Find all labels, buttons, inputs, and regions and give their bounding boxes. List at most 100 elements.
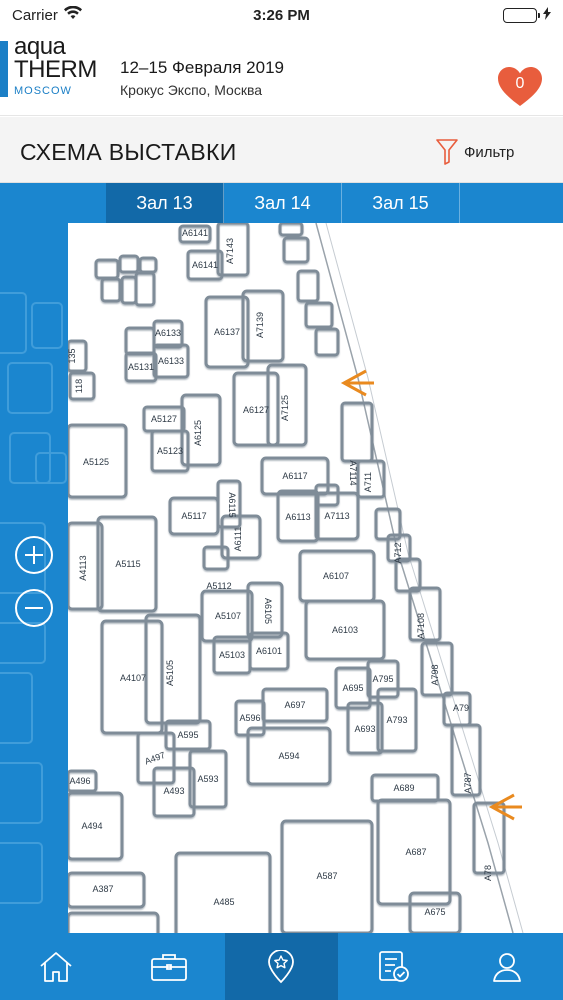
booth-label: A496 [69, 776, 90, 786]
plus-icon [25, 546, 43, 564]
favorites-count: 0 [515, 75, 525, 92]
booth-label: A4113 [78, 555, 88, 580]
booth-label: A6117 [282, 471, 307, 481]
booth-label: A675 [424, 907, 445, 917]
booth-label: A5123 [157, 446, 183, 456]
booth-label: 118 [74, 379, 84, 393]
booth-label: A6127 [243, 405, 269, 415]
booth-label: A6113 [285, 512, 310, 522]
booth-label: A5112 [206, 581, 231, 591]
booth-label: A494 [81, 821, 102, 831]
booth-label: A6137 [214, 327, 240, 337]
booth-label: A6141 [182, 228, 208, 238]
booth-label: A6103 [332, 625, 358, 635]
bottom-navigation [0, 933, 563, 1000]
booth-label: A593 [197, 774, 218, 784]
booth-label: A497 [143, 750, 166, 767]
tab-hall-13[interactable]: Зал 13 [106, 183, 224, 223]
checklist-icon [379, 950, 409, 982]
profile-icon [492, 952, 521, 982]
booth-label: A795 [372, 674, 393, 684]
booth-label: A798 [430, 664, 440, 685]
nav-map[interactable] [225, 933, 338, 1000]
booth-label: A594 [278, 751, 299, 761]
floor-plan[interactable]: A6141 A6141 A7143 A6137 A7139 A6133 A513… [68, 223, 563, 933]
booth-label: A387 [92, 884, 113, 894]
booth-label: A6133 [158, 356, 184, 366]
booth-label: A6133 [155, 328, 181, 338]
hall-outer-area [316, 223, 563, 933]
zoom-in-button[interactable] [15, 536, 53, 574]
booth-label: A6107 [323, 571, 349, 581]
nav-home[interactable] [0, 933, 113, 1000]
booth-label: A793 [386, 715, 407, 725]
minus-icon [25, 607, 43, 609]
charging-icon [543, 6, 551, 24]
booth-label: A711 [363, 472, 373, 492]
event-venue: Крокус Экспо, Москва [120, 82, 263, 98]
hall-tabs: Зал 13 Зал 14 Зал 15 [106, 183, 460, 223]
booth-label: A6125 [193, 420, 203, 446]
carrier-label: Carrier [12, 6, 58, 24]
page-title: СХЕМА ВЫСТАВКИ [20, 139, 237, 165]
booth-label: A693 [354, 724, 375, 734]
status-bar: Carrier 3:26 PM [0, 0, 563, 30]
booth-label: A7113 [324, 511, 349, 521]
exhibition-map[interactable]: Зал 13 Зал 14 Зал 15 A6141 A6141 A7143 A… [0, 183, 563, 933]
wifi-icon [63, 5, 82, 24]
booth-label: A7125 [280, 395, 290, 421]
booth-label: A6111 [233, 527, 243, 552]
booth-label: A596 [239, 713, 260, 723]
funnel-icon [436, 139, 458, 165]
section-title-bar: СХЕМА ВЫСТАВКИ Фильтр [0, 117, 563, 183]
booth-label: A695 [342, 683, 363, 693]
booth-label: 135 [68, 348, 77, 363]
filter-label: Фильтр [464, 143, 515, 161]
favorites-button[interactable]: 0 [497, 66, 543, 108]
battery-icon [503, 7, 540, 23]
map-pin-star-icon [268, 949, 295, 983]
booth-label: A5127 [151, 414, 177, 424]
booth-label: A4107 [120, 673, 146, 683]
booth-label: A6101 [256, 646, 282, 656]
booth-label: A7139 [255, 312, 265, 338]
booth-label: A485 [213, 897, 234, 907]
booth-label: A697 [284, 700, 305, 710]
nav-exhibitors[interactable] [113, 933, 226, 1000]
booth-label: A493 [163, 786, 184, 796]
booth-label: A712 [393, 542, 403, 563]
booth-label: A6115 [227, 492, 237, 517]
logo-line-3: MOSCOW [14, 85, 72, 97]
booth-label: A78 [483, 865, 493, 881]
booth-label: A5103 [219, 650, 245, 660]
booth-label: A79 [453, 703, 469, 713]
nav-planner[interactable] [338, 933, 451, 1000]
booth-label: A5115 [115, 559, 140, 569]
tab-hall-14[interactable]: Зал 14 [224, 183, 342, 223]
booth-label: A5125 [83, 457, 109, 467]
tab-hall-15[interactable]: Зал 15 [342, 183, 460, 223]
booth-label: A5105 [165, 660, 175, 686]
booth-label: A7114 [348, 460, 358, 485]
aquatherm-logo: aqua THERM MOSCOW [0, 35, 108, 101]
booth-label: A5117 [181, 511, 206, 521]
booth-label: A689 [393, 783, 414, 793]
booth-label: A7108 [416, 613, 426, 639]
booth-label: A7143 [225, 238, 235, 264]
booth-label: A587 [316, 871, 337, 881]
neighbor-hall-decoration [0, 292, 67, 904]
filter-button[interactable]: Фильтр [436, 139, 514, 165]
home-icon [40, 951, 72, 982]
booth-label: A5107 [215, 611, 241, 621]
briefcase-icon [150, 953, 187, 981]
booth-label: A6141 [192, 260, 218, 270]
event-date: 12–15 Февраля 2019 [120, 58, 284, 77]
booth-label: A6105 [263, 598, 273, 624]
clock: 3:26 PM [253, 6, 310, 24]
booth-label: A5131 [128, 362, 154, 372]
logo-line-2: THERM [14, 56, 97, 83]
booth-label: A595 [177, 730, 198, 740]
nav-profile[interactable] [450, 933, 563, 1000]
zoom-out-button[interactable] [15, 589, 53, 627]
booth-label: A687 [405, 847, 426, 857]
